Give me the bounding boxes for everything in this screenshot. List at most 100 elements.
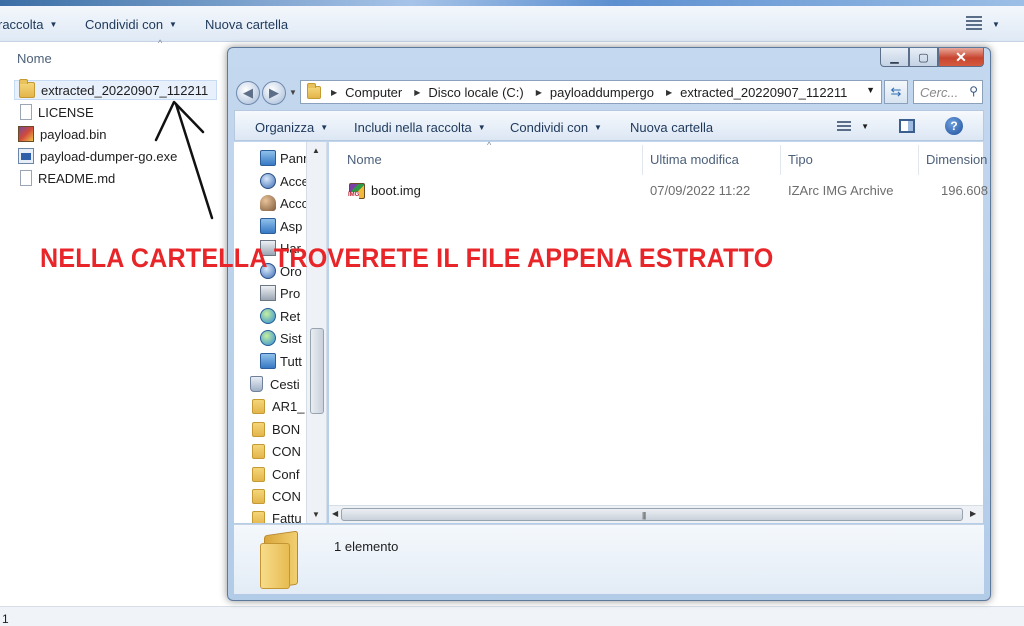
nav-item-control-panel[interactable]: Pann xyxy=(260,148,310,168)
document-icon xyxy=(20,104,32,120)
scroll-right-icon[interactable]: ▶ xyxy=(970,509,976,518)
back-button[interactable]: ◀ xyxy=(236,81,260,105)
forward-button[interactable]: ▶ xyxy=(262,81,286,105)
share-with-button[interactable]: Condividi con ▼ xyxy=(85,17,177,32)
column-name[interactable]: Nome xyxy=(17,51,52,66)
new-folder-button[interactable]: Nuova cartella xyxy=(205,17,288,32)
document-icon xyxy=(20,170,32,186)
scrollbar-thumb[interactable] xyxy=(310,328,324,414)
column-header-name[interactable]: Nome xyxy=(347,152,382,167)
horizontal-scrollbar[interactable]: ◀ ||| ▶ xyxy=(329,505,983,523)
maximize-button[interactable]: ▢ xyxy=(909,48,938,67)
preview-pane-icon[interactable] xyxy=(899,119,915,133)
column-divider[interactable] xyxy=(642,145,643,175)
scroll-left-icon[interactable]: ◀ xyxy=(332,509,338,518)
nav-item-network[interactable]: Ret xyxy=(260,306,300,326)
nav-item-recycle-bin[interactable]: Cesti xyxy=(250,374,300,394)
file-row-extracted-folder[interactable]: extracted_20220907_112211 xyxy=(14,79,218,100)
share-with-button[interactable]: Condividi con ▼ xyxy=(510,120,602,135)
close-button[interactable]: ✕ xyxy=(938,48,984,67)
breadcrumb-separator-icon[interactable]: ▶ xyxy=(414,88,420,97)
breadcrumb-separator-icon[interactable]: ▶ xyxy=(331,88,337,97)
search-placeholder: Cerc... xyxy=(920,85,959,100)
nav-item-folder[interactable]: Fattu xyxy=(250,508,302,523)
chevron-down-icon[interactable]: ▼ xyxy=(992,20,1000,29)
command-bar: Organizza ▼ Includi nella raccolta ▼ Condi… xyxy=(234,110,984,141)
column-header-modified[interactable]: Ultima modifica xyxy=(650,152,739,167)
refresh-button[interactable]: ⇆ xyxy=(884,80,908,104)
view-options-icon[interactable] xyxy=(966,16,982,30)
background-command-bar: raccolta ▼ Condividi con ▼ Nuova cartella … xyxy=(0,6,1024,42)
view-list-icon xyxy=(837,121,852,133)
system-icon xyxy=(260,330,276,346)
file-name: payload.bin xyxy=(40,126,107,142)
column-header-size[interactable]: Dimension xyxy=(926,152,987,167)
include-in-library-button[interactable]: Includi nella raccolta ▼ xyxy=(354,120,486,135)
nav-item-all-items[interactable]: Tutt xyxy=(260,351,302,371)
executable-icon xyxy=(18,148,34,164)
search-icon: ⚲ xyxy=(969,84,978,98)
file-modified: 07/09/2022 11:22 xyxy=(650,183,751,198)
recycle-bin-icon xyxy=(250,376,263,392)
scroll-up-icon[interactable]: ▲ xyxy=(312,146,320,155)
breadcrumb-separator-icon[interactable]: ▶ xyxy=(666,88,672,97)
breadcrumb-separator-icon[interactable]: ▶ xyxy=(536,88,542,97)
breadcrumb-extracted[interactable]: extracted_20220907_112211 xyxy=(680,85,847,100)
img-archive-icon xyxy=(348,183,365,199)
nav-item-folder[interactable]: Conf xyxy=(250,464,299,484)
breadcrumb-computer[interactable]: Computer xyxy=(345,85,402,100)
file-row-license[interactable]: LICENSE xyxy=(18,102,94,122)
change-view-button[interactable]: ▼ xyxy=(837,119,869,133)
column-divider[interactable] xyxy=(780,145,781,175)
minimize-button[interactable]: ▁ xyxy=(880,48,909,67)
new-folder-button[interactable]: Nuova cartella xyxy=(630,120,713,135)
chevron-down-icon[interactable]: ▼ xyxy=(866,85,875,95)
file-name: extracted_20220907_112211 xyxy=(41,82,209,98)
file-name: boot.img xyxy=(371,183,421,198)
folder-icon xyxy=(252,466,265,482)
file-name: README.md xyxy=(38,170,116,186)
nav-item-user-accounts[interactable]: Acco xyxy=(260,193,309,213)
close-icon: ✕ xyxy=(955,48,967,65)
breadcrumb-payloaddumpergo[interactable]: payloaddumpergo xyxy=(550,85,654,100)
help-icon[interactable]: ? xyxy=(945,117,963,135)
organize-button[interactable]: Organizza ▼ xyxy=(255,120,328,135)
folder-icon xyxy=(252,398,265,414)
recent-pages-dropdown[interactable]: ▼ xyxy=(289,88,297,97)
appearance-icon xyxy=(260,218,276,234)
sort-ascending-icon: ^ xyxy=(487,140,492,150)
item-count: 1 elemento xyxy=(334,539,399,554)
column-divider[interactable] xyxy=(918,145,919,175)
nav-item-folder[interactable]: AR1_ xyxy=(250,396,305,416)
scroll-down-icon[interactable]: ▼ xyxy=(312,510,320,519)
nav-item-system[interactable]: Sist xyxy=(260,328,302,348)
file-row-payload-dumper[interactable]: payload-dumper-go.exe xyxy=(18,146,177,166)
address-bar[interactable]: ▶ Computer ▶ Disco locale (C:) ▶ payload… xyxy=(300,80,882,104)
folder-icon xyxy=(252,510,265,523)
maximize-icon: ▢ xyxy=(918,51,929,64)
nav-item-folder[interactable]: CON xyxy=(250,441,301,461)
control-panel-icon xyxy=(260,150,276,166)
nav-item-folder[interactable]: BON xyxy=(250,419,300,439)
status-text: 1 xyxy=(2,612,9,626)
navigation-row: ◀ ▶ ▼ ▶ Computer ▶ Disco locale (C:) ▶ p… xyxy=(234,78,984,108)
folder-icon xyxy=(260,530,302,590)
file-type: IZArc IMG Archive xyxy=(788,183,894,198)
breadcrumb-local-disk[interactable]: Disco locale (C:) xyxy=(428,85,523,100)
chevron-down-icon: ▼ xyxy=(594,123,602,132)
nav-item-programs[interactable]: Pro xyxy=(260,283,300,303)
nav-item-folder[interactable]: CON xyxy=(250,486,301,506)
arrow-right-icon: ▶ xyxy=(269,85,279,100)
chevron-down-icon: ▼ xyxy=(861,121,869,131)
column-header-type[interactable]: Tipo xyxy=(788,152,813,167)
file-row-readme[interactable]: README.md xyxy=(18,168,115,188)
table-row[interactable]: boot.img 07/09/2022 11:22 IZArc IMG Arch… xyxy=(348,178,989,202)
file-row-payload-bin[interactable]: payload.bin xyxy=(18,124,107,144)
network-icon xyxy=(260,308,276,324)
nav-item-appearance[interactable]: Asp xyxy=(260,216,302,236)
navigation-scrollbar[interactable]: ▲ ▼ xyxy=(306,142,326,523)
nav-item-ease-of-access[interactable]: Acce xyxy=(260,171,309,191)
scrollbar-thumb[interactable]: ||| xyxy=(341,508,963,521)
search-input[interactable]: Cerc... ⚲ xyxy=(913,80,983,104)
include-in-library-button[interactable]: raccolta ▼ xyxy=(0,17,57,32)
